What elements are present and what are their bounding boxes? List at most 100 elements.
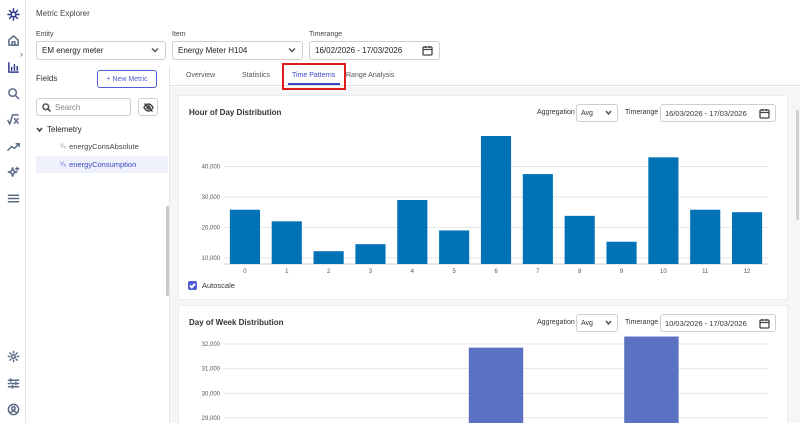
- tab-statistics[interactable]: Statistics: [242, 72, 270, 79]
- bar[interactable]: [271, 221, 302, 264]
- numeric-field-icon: ¹/₀: [60, 161, 67, 168]
- autoscale-checkbox[interactable]: Autoscale: [188, 281, 235, 290]
- item-select[interactable]: Energy Meter H104: [172, 41, 303, 60]
- bar[interactable]: [624, 336, 679, 423]
- timerange-value: 10/03/2026 - 17/03/2026: [665, 318, 747, 328]
- tab-bar: Overview Statistics Time Patterns Range …: [170, 66, 800, 86]
- app-logo-icon[interactable]: [6, 7, 20, 21]
- bar[interactable]: [313, 251, 344, 264]
- x-tick-label: 8: [578, 269, 582, 275]
- chevron-down-icon: [605, 319, 612, 328]
- user-icon[interactable]: [6, 402, 20, 416]
- calendar-icon[interactable]: [422, 45, 433, 56]
- field-item-energycons-absolute[interactable]: ¹/₀ energyConsAbsolute: [36, 138, 168, 155]
- field-item-label: energyConsumption: [69, 160, 137, 169]
- y-tick-label: 30,000: [202, 391, 221, 397]
- tab-overview[interactable]: Overview: [186, 72, 215, 79]
- calendar-icon[interactable]: [759, 318, 770, 331]
- hour-of-day-chart: 10,00020,00030,00040,0000 1 2 3 4 5 6 7 8 9 10 11 12: [202, 136, 768, 275]
- timerange-picker[interactable]: 16/03/2026 - 17/03/2026: [660, 104, 776, 122]
- new-metric-button[interactable]: + New Metric: [97, 70, 157, 88]
- bar[interactable]: [468, 347, 524, 423]
- timerange-label: Timerange: [625, 109, 659, 116]
- x-tick-label: 12: [744, 269, 751, 275]
- aggregation-label: Aggregation: [537, 109, 575, 116]
- bar[interactable]: [355, 244, 386, 264]
- bar[interactable]: [606, 241, 637, 264]
- entity-label: Entity: [36, 31, 54, 38]
- aggregation-select[interactable]: Avg: [576, 104, 618, 122]
- bar[interactable]: [690, 209, 721, 264]
- bar[interactable]: [397, 200, 428, 264]
- expand-rail-icon[interactable]: ›: [20, 49, 28, 59]
- formula-icon[interactable]: [6, 112, 20, 126]
- y-tick-label: 40,000: [202, 164, 221, 170]
- bar[interactable]: [439, 230, 470, 264]
- tree-group-telemetry[interactable]: Telemetry: [36, 125, 82, 134]
- sparkle-icon[interactable]: [6, 165, 20, 179]
- x-tick-label: 6: [494, 269, 498, 275]
- timerange-label: Timerange: [625, 319, 659, 326]
- entity-value: EM energy meter: [42, 46, 104, 55]
- timerange-value: 16/02/2026 - 17/03/2026: [315, 46, 403, 55]
- card-title: Hour of Day Distribution: [189, 108, 282, 117]
- timerange-value: 16/03/2026 - 17/03/2026: [665, 108, 747, 118]
- numeric-field-icon: ¹/₀: [60, 143, 67, 150]
- chevron-down-icon: [36, 127, 43, 133]
- settings-icon[interactable]: [6, 349, 20, 363]
- left-rail: ›: [0, 0, 26, 423]
- aggregation-select[interactable]: Avg: [576, 314, 618, 332]
- home-icon[interactable]: [6, 33, 20, 47]
- aggregation-label: Aggregation: [537, 319, 575, 326]
- day-of-week-chart: 29,000 30,000 31,000 32,000: [202, 336, 768, 423]
- page-title: Metric Explorer: [36, 9, 90, 18]
- bar[interactable]: [648, 157, 679, 264]
- y-tick-label: 31,000: [202, 367, 221, 373]
- y-tick-label: 20,000: [202, 225, 221, 231]
- field-search[interactable]: [36, 98, 131, 116]
- entity-select[interactable]: EM energy meter: [36, 41, 166, 60]
- autoscale-label: Autoscale: [202, 281, 235, 290]
- menu-icon[interactable]: [6, 191, 20, 205]
- bar[interactable]: [480, 136, 512, 264]
- x-tick-label: 5: [452, 269, 456, 275]
- x-tick-label: 10: [660, 269, 667, 275]
- bar[interactable]: [229, 209, 260, 264]
- x-tick-label: 9: [620, 269, 624, 275]
- timerange-label: Timerange: [309, 31, 343, 38]
- aggregation-value: Avg: [581, 319, 593, 327]
- item-value: Energy Meter H104: [178, 46, 248, 55]
- highlight-annotation: [282, 63, 346, 90]
- timerange-picker[interactable]: 16/02/2026 - 17/03/2026: [309, 41, 440, 60]
- x-tick-label: 11: [702, 269, 709, 275]
- trend-line-icon[interactable]: [6, 139, 20, 153]
- chevron-down-icon: [151, 46, 159, 54]
- y-tick-label: 30,000: [202, 195, 221, 201]
- y-tick-label: 32,000: [202, 342, 221, 348]
- x-tick-label: 4: [411, 269, 415, 275]
- bar-chart-icon[interactable]: [6, 60, 20, 74]
- field-item-energy-consumption[interactable]: ¹/₀ energyConsumption: [36, 156, 168, 173]
- fields-title: Fields: [36, 74, 58, 83]
- field-item-label: energyConsAbsolute: [69, 142, 139, 151]
- tab-range-analysis[interactable]: Range Analysis: [346, 72, 394, 79]
- bar[interactable]: [732, 212, 763, 264]
- sliders-icon[interactable]: [6, 376, 20, 390]
- chevron-down-icon: [605, 109, 612, 118]
- x-tick-label: 2: [327, 269, 331, 275]
- search-analytics-icon[interactable]: [6, 86, 20, 100]
- tree-group-label: Telemetry: [47, 125, 82, 134]
- card-title: Day of Week Distribution: [189, 318, 284, 327]
- calendar-icon[interactable]: [759, 108, 770, 121]
- x-tick-label: 7: [536, 269, 540, 275]
- bar[interactable]: [564, 215, 595, 264]
- chevron-down-icon: [288, 46, 296, 54]
- search-icon: [42, 102, 51, 112]
- timerange-picker[interactable]: 10/03/2026 - 17/03/2026: [660, 314, 776, 332]
- y-tick-label: 10,000: [202, 256, 221, 262]
- hide-fields-button[interactable]: [138, 98, 158, 116]
- bar[interactable]: [522, 174, 553, 264]
- checkbox-checked-icon[interactable]: [188, 281, 197, 290]
- search-input[interactable]: [55, 102, 125, 112]
- page-scrollbar[interactable]: [796, 110, 799, 220]
